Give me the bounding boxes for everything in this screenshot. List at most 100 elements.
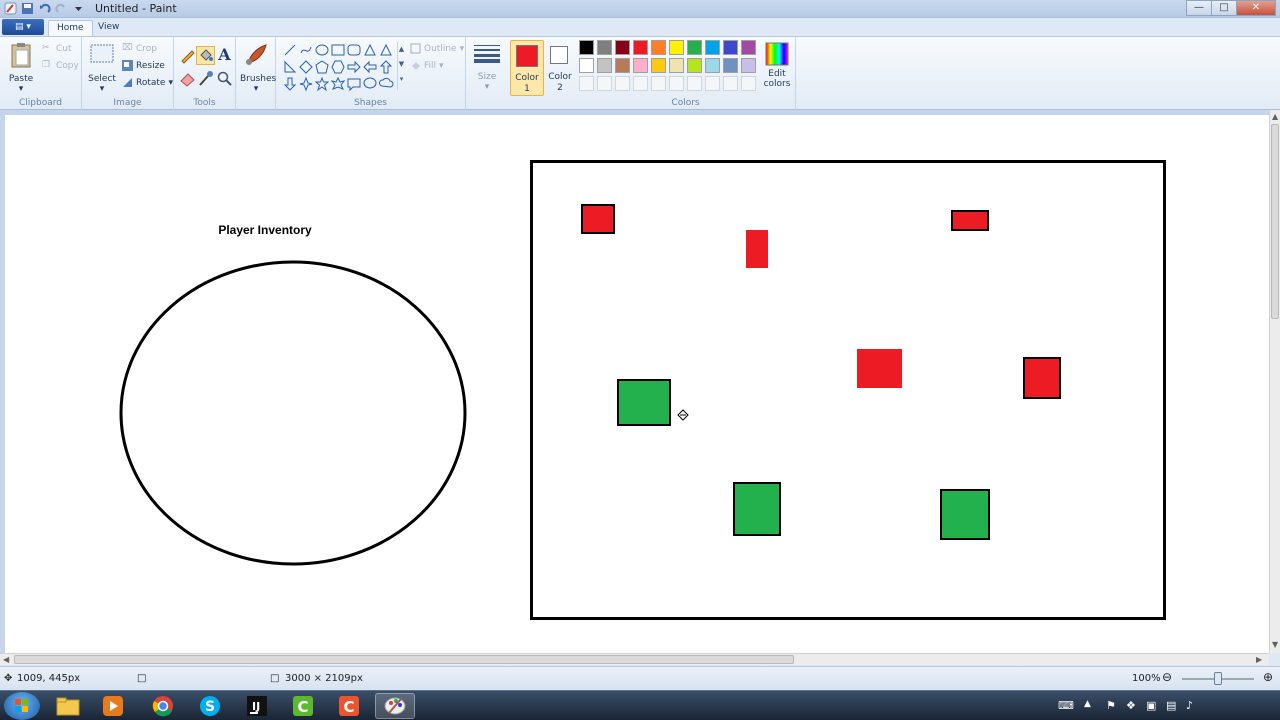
palette-swatch[interactable] xyxy=(687,58,702,73)
custom-color-slot[interactable] xyxy=(669,76,684,91)
palette-swatch[interactable] xyxy=(633,58,648,73)
eraser-tool[interactable] xyxy=(179,70,196,87)
custom-color-slot[interactable] xyxy=(723,76,738,91)
palette-swatch[interactable] xyxy=(651,40,666,55)
palette-swatch[interactable] xyxy=(633,40,648,55)
text-tool-icon[interactable]: A xyxy=(216,46,233,63)
zoom-out-button[interactable]: ⊖ xyxy=(1162,670,1172,684)
show-hidden-icons[interactable]: ▲ xyxy=(1084,699,1091,709)
custom-color-slot[interactable] xyxy=(597,76,612,91)
palette-swatch[interactable] xyxy=(723,58,738,73)
green-item[interactable] xyxy=(733,482,781,536)
palette-swatch[interactable] xyxy=(705,58,720,73)
maximize-button[interactable]: □ xyxy=(1211,0,1237,16)
green-item[interactable] xyxy=(940,489,990,540)
palette-swatch[interactable] xyxy=(669,58,684,73)
shapes-gallery[interactable] xyxy=(282,41,404,93)
red-item[interactable] xyxy=(857,349,902,388)
fill-button[interactable]: Fill ▾ xyxy=(410,60,444,71)
close-button[interactable]: ✕ xyxy=(1236,0,1276,16)
scroll-left-icon[interactable]: ◀ xyxy=(3,655,9,664)
minimize-button[interactable]: — xyxy=(1186,0,1212,16)
palette-swatch[interactable] xyxy=(705,40,720,55)
palette-swatch[interactable] xyxy=(579,40,594,55)
taskbar-explorer[interactable] xyxy=(48,693,88,719)
palette-swatch[interactable] xyxy=(651,58,666,73)
select-dropdown-icon[interactable]: ▾ xyxy=(86,84,118,94)
red-item[interactable] xyxy=(951,210,989,231)
keyboard-icon[interactable]: ⌨ xyxy=(1058,699,1074,712)
taskbar-camtasia-green[interactable]: C xyxy=(283,693,323,719)
horizontal-scroll-thumb[interactable] xyxy=(14,655,794,664)
volume-icon[interactable]: ♪ xyxy=(1186,699,1193,712)
scroll-right-icon[interactable]: ▶ xyxy=(1256,655,1262,664)
custom-color-slot[interactable] xyxy=(687,76,702,91)
color-picker-tool[interactable] xyxy=(197,70,214,87)
shapes-scroll[interactable]: ▲ ▼ ▾ xyxy=(397,42,405,90)
palette-swatch[interactable] xyxy=(669,40,684,55)
fill-tool[interactable] xyxy=(196,46,215,65)
taskbar-paint[interactable] xyxy=(375,693,415,719)
palette-swatch[interactable] xyxy=(741,40,756,55)
palette-swatch[interactable] xyxy=(597,40,612,55)
resize-button[interactable]: Resize xyxy=(122,60,165,71)
paste-dropdown-icon[interactable]: ▾ xyxy=(6,84,36,94)
rotate-dropdown-icon[interactable]: ▾ xyxy=(168,78,173,88)
custom-color-slot[interactable] xyxy=(633,76,648,91)
pencil-tool[interactable] xyxy=(179,47,196,64)
start-button[interactable] xyxy=(4,692,40,720)
drawing-canvas[interactable]: Player Inventory xyxy=(5,115,1269,653)
action-center-icon[interactable]: ⚑ xyxy=(1106,699,1116,712)
zoom-in-button[interactable]: ⊕ xyxy=(1263,670,1273,684)
palette-swatch[interactable] xyxy=(579,58,594,73)
cut-button[interactable]: ✂ Cut xyxy=(42,43,72,54)
paint-app-icon[interactable] xyxy=(4,2,17,15)
custom-color-slot[interactable] xyxy=(651,76,666,91)
save-icon[interactable] xyxy=(21,2,34,15)
custom-color-slot[interactable] xyxy=(615,76,630,91)
zoom-slider-thumb[interactable] xyxy=(1214,672,1222,685)
undo-icon[interactable] xyxy=(38,2,51,15)
edit-colors-button[interactable]: Edit colors xyxy=(762,40,792,89)
green-item[interactable] xyxy=(617,379,671,426)
scroll-down-icon[interactable]: ▼ xyxy=(1272,640,1278,649)
taskbar-skype[interactable]: S xyxy=(190,693,230,719)
size-button[interactable]: Size ▾ xyxy=(471,43,503,92)
brushes-dropdown-icon[interactable]: ▾ xyxy=(240,84,272,94)
red-item[interactable] xyxy=(1023,357,1061,399)
paste-button[interactable]: Paste ▾ xyxy=(6,41,36,94)
outline-button[interactable]: Outline ▾ xyxy=(410,43,464,54)
paint-menu-button[interactable]: ▤ ▾ xyxy=(2,19,44,35)
customize-toolbar-icon[interactable] xyxy=(72,2,85,15)
taskbar-chrome[interactable] xyxy=(143,693,183,719)
scroll-up-icon[interactable]: ▲ xyxy=(1272,112,1278,121)
palette-swatch[interactable] xyxy=(597,58,612,73)
redo-icon[interactable] xyxy=(55,2,68,15)
crop-button[interactable]: ⌧ Crop xyxy=(122,43,157,54)
palette-swatch[interactable] xyxy=(723,40,738,55)
red-item[interactable] xyxy=(581,204,615,234)
color2-button[interactable]: Color 2 xyxy=(545,40,575,96)
rotate-button[interactable]: Rotate ▾ xyxy=(122,77,173,88)
vertical-scrollbar[interactable]: ▲ ▼ xyxy=(1269,110,1280,653)
red-item[interactable] xyxy=(746,230,768,268)
magnifier-tool[interactable] xyxy=(216,70,233,87)
device-icon[interactable]: ▣ xyxy=(1146,699,1156,712)
vertical-scroll-thumb[interactable] xyxy=(1271,124,1279,319)
select-button[interactable]: Select ▾ xyxy=(86,43,118,94)
color1-button[interactable]: Color 1 xyxy=(510,40,544,96)
custom-color-slot[interactable] xyxy=(579,76,594,91)
palette-swatch[interactable] xyxy=(615,40,630,55)
copy-button[interactable]: ❐ Copy xyxy=(42,60,79,71)
taskbar-camtasia-orange[interactable]: C xyxy=(329,693,369,719)
network-icon[interactable]: ▤ xyxy=(1166,699,1176,712)
taskbar-media-player[interactable] xyxy=(93,693,133,719)
brushes-button[interactable]: Brushes ▾ xyxy=(240,41,276,94)
palette-swatch[interactable] xyxy=(687,40,702,55)
custom-color-slot[interactable] xyxy=(705,76,720,91)
taskbar-intellij[interactable]: IJ xyxy=(237,693,277,719)
palette-swatch[interactable] xyxy=(741,58,756,73)
palette-swatch[interactable] xyxy=(615,58,630,73)
horizontal-scrollbar[interactable]: ◀ ▶ xyxy=(0,653,1269,665)
custom-color-slot[interactable] xyxy=(741,76,756,91)
